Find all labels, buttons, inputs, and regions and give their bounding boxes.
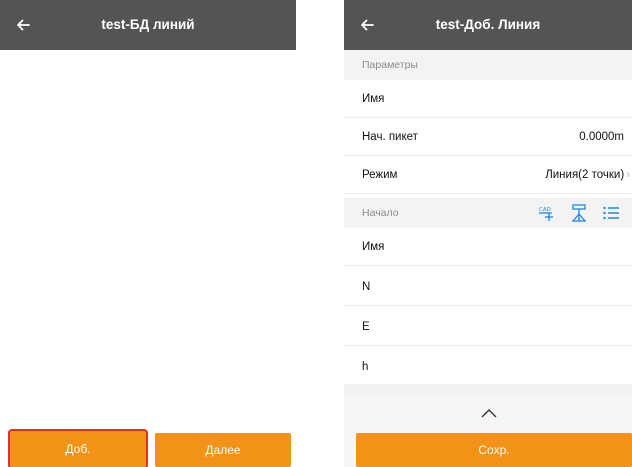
start-tools: CAD (536, 198, 632, 228)
svg-text:CAD: CAD (539, 207, 551, 213)
line-name-field[interactable]: Имя (344, 80, 632, 118)
section-label: Параметры (362, 59, 418, 71)
field-label: Имя (362, 241, 385, 253)
page-title: test-Доб. Линия (435, 17, 541, 32)
start-name-field[interactable]: Имя (344, 228, 632, 266)
start-e-field[interactable]: E (344, 308, 632, 346)
field-value: Линия(2 точки) › (545, 156, 630, 194)
chevron-up-icon[interactable] (478, 402, 500, 424)
cad-point-icon[interactable]: CAD (536, 202, 558, 224)
arrow-left-icon[interactable] (354, 12, 380, 38)
line-list-empty (0, 50, 296, 427)
start-h-field[interactable]: h (344, 348, 632, 386)
arrow-left-icon[interactable] (10, 12, 36, 38)
field-label: Режим (362, 169, 398, 181)
section-header-params: Параметры (344, 50, 632, 80)
list-icon[interactable] (600, 202, 622, 224)
add-button[interactable]: Доб. (8, 429, 148, 467)
section-label: Начало (362, 207, 399, 219)
page-title: test-БД линий (101, 17, 195, 32)
app-bar: test-Доб. Линия (344, 0, 632, 50)
add-line-screen: test-Доб. Линия Параметры Имя Нач. пикет… (344, 0, 632, 467)
field-label: N (362, 281, 371, 293)
chevron-right-icon: › (626, 169, 630, 181)
start-station-field[interactable]: Нач. пикет 0.0000m (344, 118, 632, 156)
next-button[interactable]: Далее (155, 433, 291, 467)
survey-pole-icon[interactable] (568, 202, 590, 224)
app-bar: test-БД линий (0, 0, 296, 50)
field-value: 0.0000m (579, 131, 624, 143)
mode-select[interactable]: Режим Линия(2 точки) › (344, 156, 632, 194)
save-button[interactable]: Сохр. (356, 433, 632, 467)
field-label: Нач. пикет (362, 131, 418, 143)
section-header-start: Начало CAD (344, 198, 632, 228)
start-n-field[interactable]: N (344, 268, 632, 306)
field-label: h (362, 361, 369, 373)
field-label: E (362, 321, 370, 333)
field-label: Имя (362, 93, 385, 105)
line-db-screen: test-БД линий Доб. Далее (0, 0, 296, 467)
mode-value: Линия(2 точки) (545, 169, 625, 181)
